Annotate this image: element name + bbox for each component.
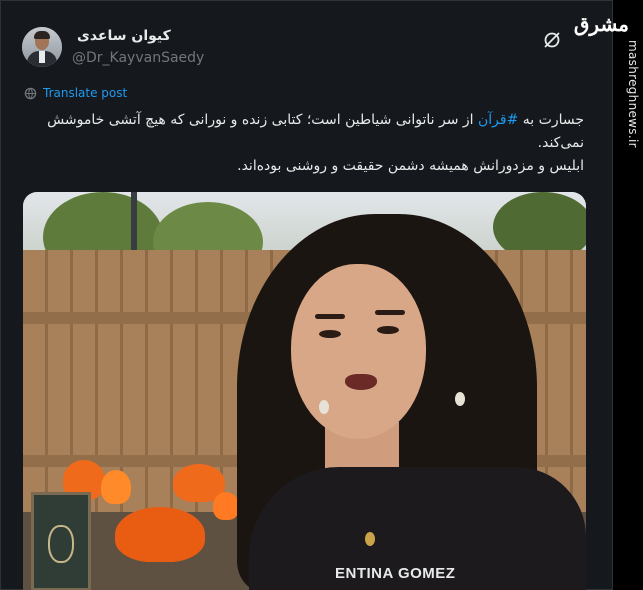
mashregh-logo: مشرق bbox=[573, 12, 629, 36]
video-person-face bbox=[291, 264, 426, 439]
earring bbox=[455, 392, 465, 406]
display-name[interactable]: کیوان ساعدی bbox=[77, 28, 171, 44]
tweet-paragraph-2: ابلیس و مزدورانش همیشه دشمن حقیقت و روشن… bbox=[237, 158, 584, 174]
avatar[interactable] bbox=[22, 27, 62, 67]
video-person-mouth bbox=[345, 374, 377, 390]
flame bbox=[101, 470, 131, 504]
flame bbox=[115, 507, 205, 562]
user-handle[interactable]: @Dr_KayvanSaedy bbox=[72, 50, 204, 66]
tweet-video[interactable]: ENTINA GOMEZ bbox=[23, 192, 586, 590]
tweet-text: جسارت به #قرآن از سر ناتوانی شیاطین است؛… bbox=[24, 109, 584, 178]
tweet-card: کیوان ساعدی @Dr_KayvanSaedy Translate po… bbox=[0, 0, 613, 590]
tweet-paragraph-1: جسارت به #قرآن از سر ناتوانی شیاطین است؛… bbox=[24, 109, 584, 155]
quran-book bbox=[31, 492, 91, 590]
watermark-site: mashreghnews.ir bbox=[626, 40, 640, 148]
earring bbox=[319, 400, 329, 414]
tweet-text-start: جسارت به bbox=[518, 112, 584, 128]
grok-icon[interactable] bbox=[542, 30, 562, 50]
watermark-strip: مشرق mashreghnews.ir bbox=[574, 0, 643, 590]
necklace-pendant bbox=[365, 532, 375, 546]
shirt-print-text: ENTINA GOMEZ bbox=[335, 565, 456, 582]
translate-post-label: Translate post bbox=[43, 86, 128, 100]
translate-post-link[interactable]: Translate post bbox=[24, 86, 127, 100]
hashtag-link[interactable]: #قرآن bbox=[478, 112, 518, 128]
flame bbox=[213, 492, 239, 520]
globe-icon bbox=[24, 87, 37, 99]
